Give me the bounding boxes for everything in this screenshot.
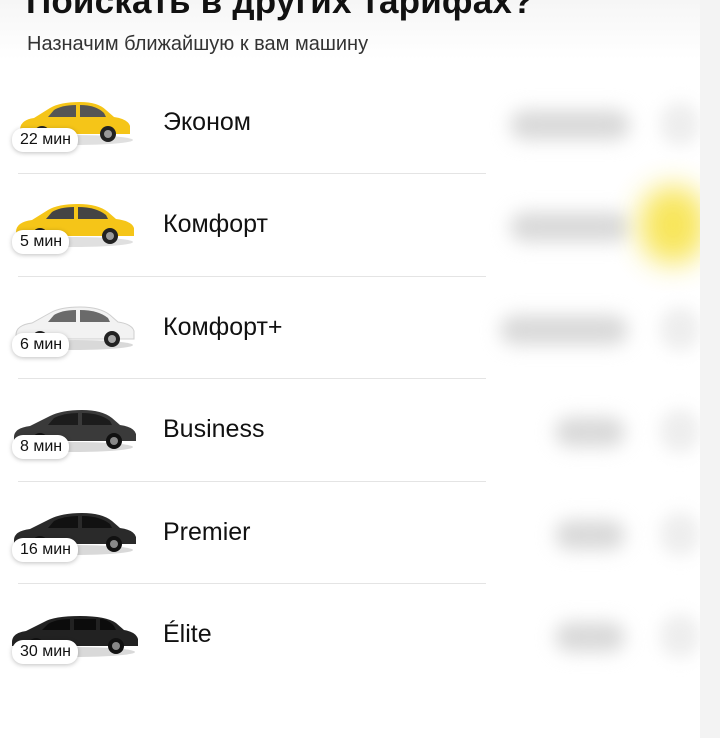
tariff-row-comfort[interactable]: 5 мин Комфорт	[0, 174, 720, 277]
selected-indicator	[640, 186, 706, 265]
price-blurred	[555, 519, 625, 550]
action-blurred	[660, 409, 700, 454]
tariff-sheet: Поискать в других тарифах? Назначим ближ…	[0, 0, 720, 738]
tariff-row-elite[interactable]: 30 мин Élite	[0, 584, 720, 686]
action-blurred	[660, 102, 700, 146]
tariff-name: Комфорт	[163, 210, 268, 239]
action-blurred	[660, 613, 700, 658]
action-blurred	[660, 511, 700, 556]
tariff-name: Комфорт+	[163, 312, 283, 341]
price-blurred	[500, 314, 628, 345]
tariff-list: 22 мин Эконом 5 мин Комфорт 6 мин Комфор…	[0, 72, 720, 686]
price-blurred	[555, 417, 625, 448]
eta-badge: 6 мин	[12, 332, 70, 357]
price-blurred	[555, 621, 625, 652]
scroll-edge	[700, 0, 720, 738]
tariff-name: Business	[163, 415, 265, 444]
eta-badge: 8 мин	[12, 435, 70, 460]
tariff-row-premier[interactable]: 16 мин Premier	[0, 482, 720, 584]
tariff-name: Эконом	[163, 108, 251, 136]
eta-badge: 22 мин	[12, 128, 79, 152]
page-title: Поискать в других тарифах?	[26, 0, 534, 21]
price-blurred	[510, 110, 630, 140]
eta-badge: 16 мин	[12, 537, 79, 562]
tariff-name: Premier	[163, 517, 251, 546]
tariff-row-econom[interactable]: 22 мин Эконом	[0, 72, 720, 175]
eta-badge: 30 мин	[12, 639, 79, 664]
tariff-row-comfort-plus[interactable]: 6 мин Комфорт+	[0, 277, 720, 380]
price-blurred	[510, 212, 630, 243]
tariff-row-business[interactable]: 8 мин Business	[0, 379, 720, 482]
action-blurred	[660, 306, 700, 351]
page-subtitle: Назначим ближайшую к вам машину	[27, 33, 369, 55]
tariff-name: Élite	[163, 619, 212, 648]
eta-badge: 5 мин	[12, 230, 70, 255]
